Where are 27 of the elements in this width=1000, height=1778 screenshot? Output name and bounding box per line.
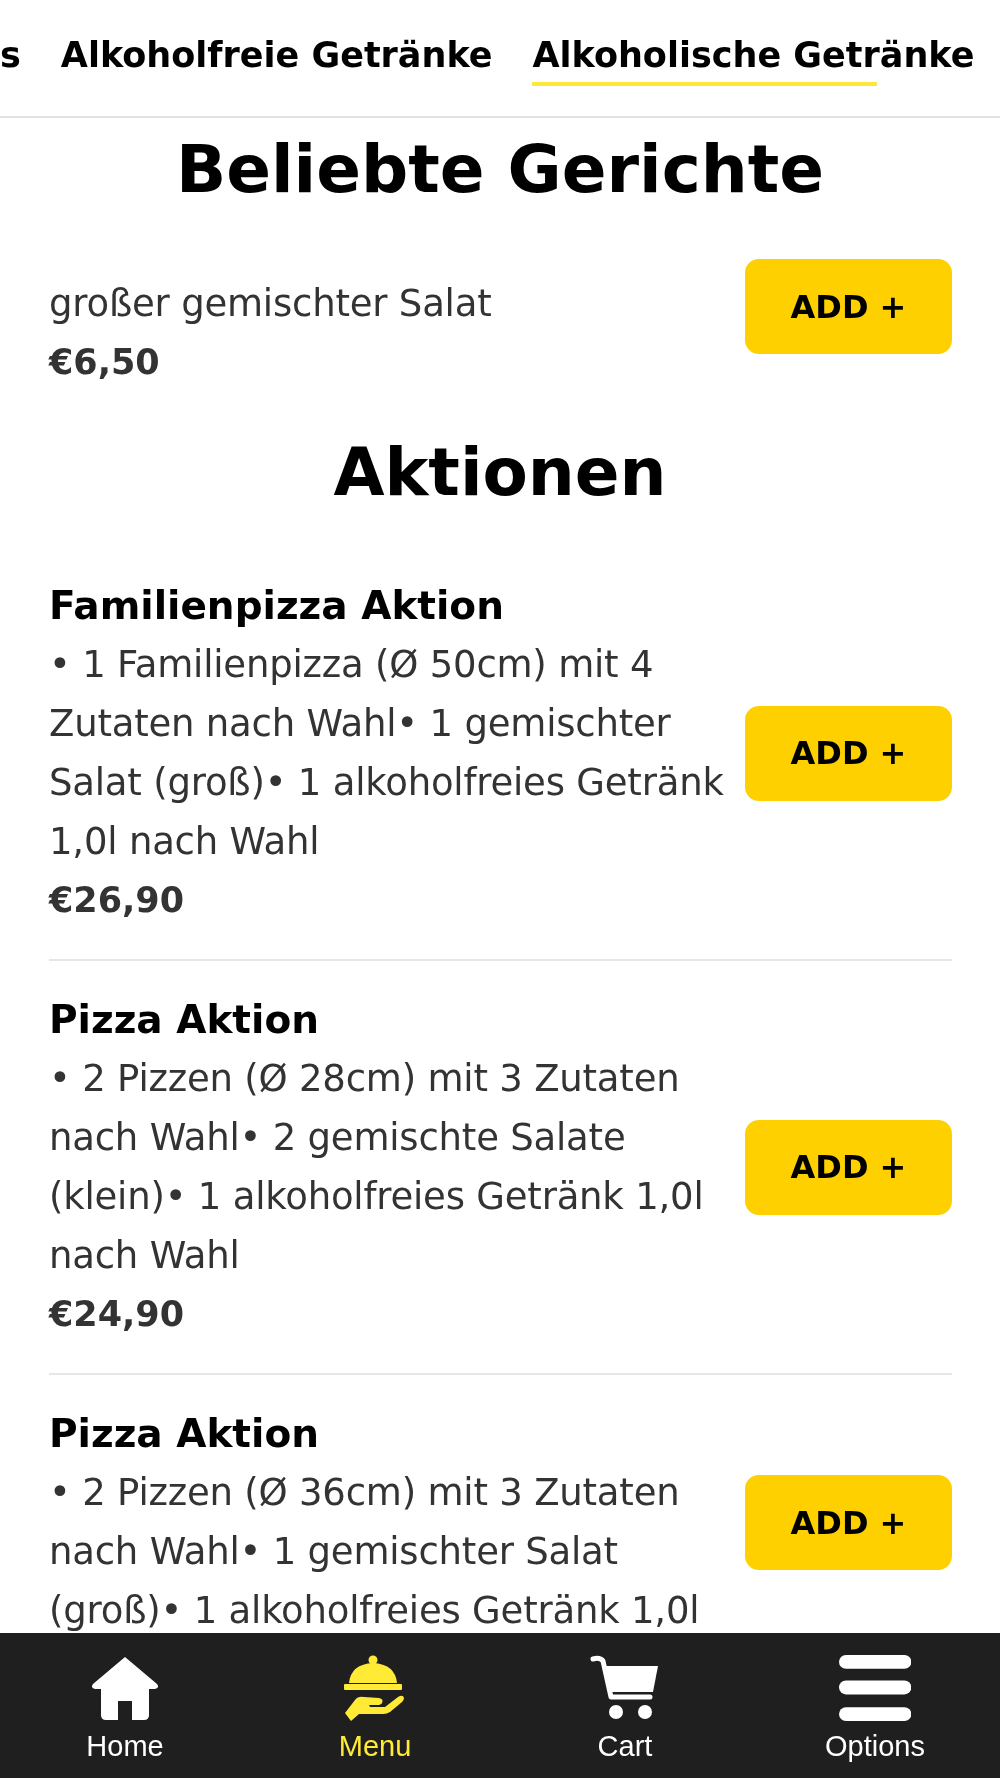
item-price: €24,90: [49, 1293, 186, 1336]
item-title: Pizza Aktion: [49, 996, 320, 1044]
item-price: €26,90: [49, 879, 186, 922]
item-description: • 1 Familienpizza (Ø 50cm) mit 4 Zutaten nach Wahl• 1 gemischter Salat (groß)• 1 alkoholfreies Getränk 1,0l nach Wahl: [49, 642, 725, 865]
add-button[interactable]: ADD +: [745, 1475, 952, 1570]
item-description: • 2 Pizzen (Ø 28cm) mit 3 Zutaten nach Wahl• 2 gemischte Salate (klein)• 1 alkoholfreies Getränk 1,0l nach Wahl: [49, 1056, 705, 1279]
nav-button[interactable]: Home: [0, 1633, 250, 1778]
nav-button[interactable]: Cart: [500, 1633, 750, 1778]
category-tab[interactable]: Alkoholische Getränke: [532, 32, 975, 86]
add-button[interactable]: ADD +: [745, 1119, 952, 1215]
home-icon: [91, 1655, 159, 1721]
cloche-hand-icon: [343, 1655, 407, 1721]
section-heading: Beliebte Gerichte: [174, 130, 826, 206]
category-tab[interactable]: s: [0, 32, 21, 86]
add-button[interactable]: ADD +: [745, 259, 952, 354]
item-title: Familienpizza Aktion: [49, 582, 505, 630]
item-description: • 2 Pizzen (Ø 36cm) mit 3 Zutaten nach Wahl• 1 gemischter Salat (groß)• 1 alkoholfreies Getränk 1,0l: [49, 1470, 701, 1633]
menu-icon: [838, 1655, 912, 1721]
nav-button[interactable]: Menu: [250, 1633, 500, 1778]
category-tab[interactable]: Alkoholfreie Getränke: [60, 32, 493, 86]
nav-button[interactable]: Options: [750, 1633, 1000, 1778]
item-title: Pizza Aktion: [49, 1410, 320, 1458]
cart-icon: [590, 1655, 660, 1721]
item-description: großer gemischter Salat: [49, 281, 493, 327]
item-price: €6,50: [49, 341, 161, 384]
section-heading: Aktionen: [332, 433, 668, 509]
add-button[interactable]: ADD +: [745, 705, 952, 801]
